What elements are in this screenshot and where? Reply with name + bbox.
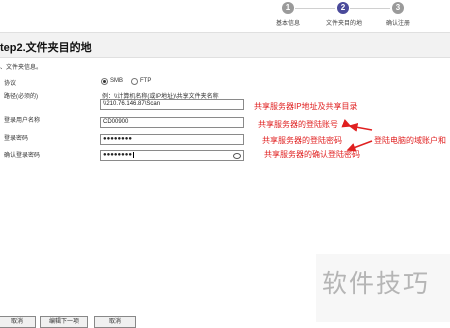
back-button[interactable]: 取消	[0, 316, 36, 328]
arrow-to-password	[346, 140, 373, 152]
cancel-button[interactable]: 取消	[94, 316, 136, 328]
watermark-text: 软件技巧	[322, 270, 431, 298]
edit-next-button[interactable]: 编辑下一项	[40, 316, 88, 328]
arrow-to-username	[341, 119, 352, 128]
arrow-to-username-from-side	[348, 122, 373, 132]
